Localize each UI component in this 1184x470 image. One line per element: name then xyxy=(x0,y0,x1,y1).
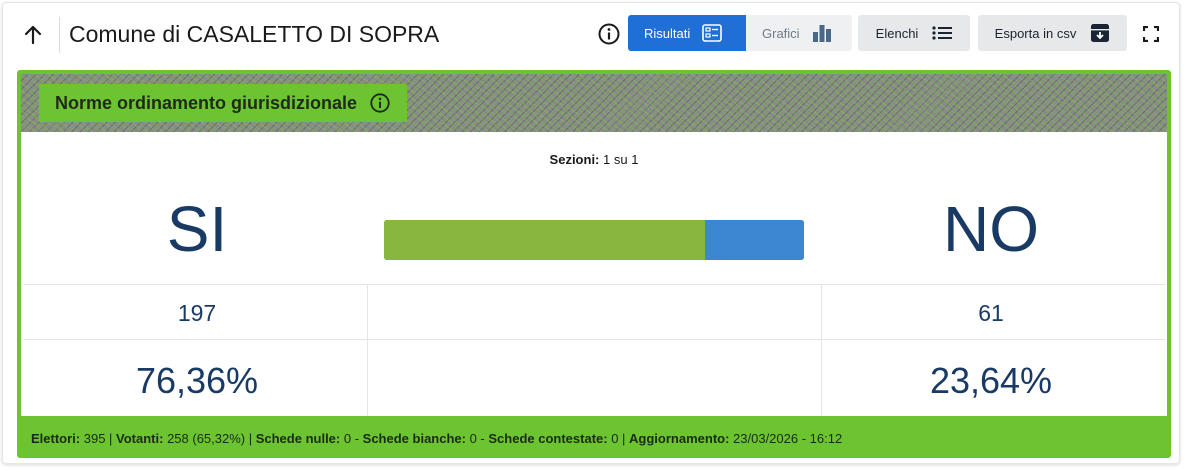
no-percent: 23,64% xyxy=(929,360,1053,401)
sections-label: Sezioni: xyxy=(549,152,600,167)
lists-button-label: Elenchi xyxy=(875,25,919,41)
results-card: Comune di CASALETTO DI SOPRA Risultati G… xyxy=(2,2,1180,464)
row-divider xyxy=(23,284,1165,285)
updated-label: Aggiornamento: xyxy=(629,431,730,446)
lists-button[interactable]: Elenchi xyxy=(858,15,970,51)
fullscreen-icon xyxy=(1143,26,1159,42)
row-divider xyxy=(23,339,1165,340)
info-button[interactable] xyxy=(597,22,621,46)
question-tag: Norme ordinamento giurisdizionale xyxy=(39,84,408,122)
sections-value: 1 su 1 xyxy=(603,152,639,167)
blank-ballots-label: Schede bianche: xyxy=(362,431,466,446)
back-button[interactable] xyxy=(17,19,49,51)
updated-value: 23/03/2026 - 16:12 xyxy=(729,431,843,446)
result-bar-no xyxy=(704,220,804,260)
download-box-icon xyxy=(1091,24,1110,42)
voters-value: 258 (65,32%) | xyxy=(163,431,256,446)
yes-percent: 76,36% xyxy=(135,360,259,401)
info-icon xyxy=(598,23,620,45)
yes-label: SI xyxy=(166,193,228,265)
no-label: NO xyxy=(943,193,1039,265)
contested-ballots-value: 0 | xyxy=(607,431,630,446)
electors-value: 395 | xyxy=(80,431,117,446)
no-votes: 61 xyxy=(978,300,1004,326)
question-panel: Norme ordinamento giurisdizionale Sezion… xyxy=(17,70,1171,458)
null-ballots-label: Schede nulle: xyxy=(255,431,341,446)
list-icon xyxy=(932,26,953,40)
result-bar xyxy=(384,220,804,260)
sections-counter: Sezioni: 1 su 1 xyxy=(21,152,1167,167)
header: Comune di CASALETTO DI SOPRA Risultati G… xyxy=(3,3,1179,65)
fullscreen-button[interactable] xyxy=(1139,22,1163,46)
electors-label: Elettori: xyxy=(31,431,81,446)
yes-votes: 197 xyxy=(177,300,217,326)
view-tabs: Risultati Grafici xyxy=(628,15,852,51)
voters-label: Votanti: xyxy=(116,431,164,446)
result-bar-yes xyxy=(384,220,705,260)
header-divider xyxy=(59,17,60,53)
column-divider xyxy=(367,284,368,416)
contested-ballots-label: Schede contestate: xyxy=(488,431,608,446)
blank-ballots-value: 0 - xyxy=(465,431,489,446)
tab-charts-label: Grafici xyxy=(762,25,800,41)
result-box: Sezioni: 1 su 1 SI NO 197 61 76,36% 23,6… xyxy=(21,132,1167,416)
arrow-up-icon xyxy=(24,25,42,45)
page-title: Comune di CASALETTO DI SOPRA xyxy=(69,21,440,47)
list-view-icon xyxy=(702,24,723,42)
tab-results[interactable]: Risultati xyxy=(628,15,746,51)
bar-chart-icon xyxy=(812,25,831,42)
export-csv-label: Esporta in csv xyxy=(994,25,1077,41)
summary-footer: Elettori: 395 | Votanti: 258 (65,32%) | … xyxy=(31,427,1161,451)
null-ballots-value: 0 - xyxy=(340,431,363,446)
export-csv-button[interactable]: Esporta in csv xyxy=(978,15,1127,51)
tab-charts[interactable]: Grafici xyxy=(746,15,852,51)
question-title: Norme ordinamento giurisdizionale xyxy=(55,92,358,113)
question-info-icon[interactable] xyxy=(369,92,391,114)
tab-results-label: Risultati xyxy=(644,25,691,41)
